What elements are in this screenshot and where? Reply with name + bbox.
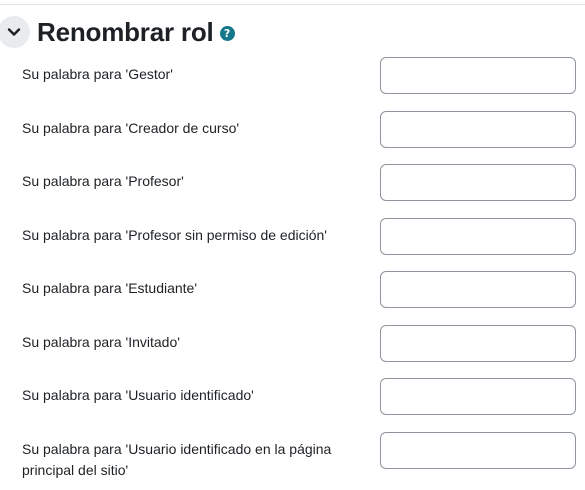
- field-label: Su palabra para 'Usuario identificado en…: [22, 441, 332, 478]
- role-name-input-invitado[interactable]: [380, 325, 576, 362]
- role-name-input-creador-de-curso[interactable]: [380, 111, 576, 148]
- field-label: Su palabra para 'Profesor sin permiso de…: [22, 227, 327, 243]
- role-name-input-usuario-identificado-frontpage[interactable]: [380, 432, 576, 469]
- field-label: Su palabra para 'Creador de curso': [22, 120, 240, 136]
- field-label: Su palabra para 'Gestor': [22, 66, 173, 82]
- help-glyph: ?: [223, 27, 231, 40]
- role-name-input-profesor[interactable]: [380, 164, 576, 201]
- chevron-down-icon: [7, 28, 21, 36]
- role-name-input-estudiante[interactable]: [380, 271, 576, 308]
- field-label: Su palabra para 'Invitado': [22, 334, 180, 350]
- field-label: Su palabra para 'Profesor': [22, 173, 184, 189]
- rename-roles-page: Renombrar rol ? Su palabra para 'Gestor'…: [0, 0, 585, 490]
- field-label: Su palabra para 'Usuario identificado': [22, 387, 254, 403]
- question-circle-icon[interactable]: ?: [219, 26, 235, 41]
- role-name-input-gestor[interactable]: [380, 57, 576, 94]
- role-name-input-profesor-sin-permiso[interactable]: [380, 218, 576, 255]
- role-name-input-usuario-identificado[interactable]: [380, 378, 576, 415]
- section-title: Renombrar rol: [37, 17, 214, 47]
- top-divider: [0, 4, 585, 5]
- field-label: Su palabra para 'Estudiante': [22, 280, 198, 296]
- collapse-toggle-button[interactable]: [0, 16, 30, 48]
- section-header: Renombrar rol ?: [0, 12, 235, 52]
